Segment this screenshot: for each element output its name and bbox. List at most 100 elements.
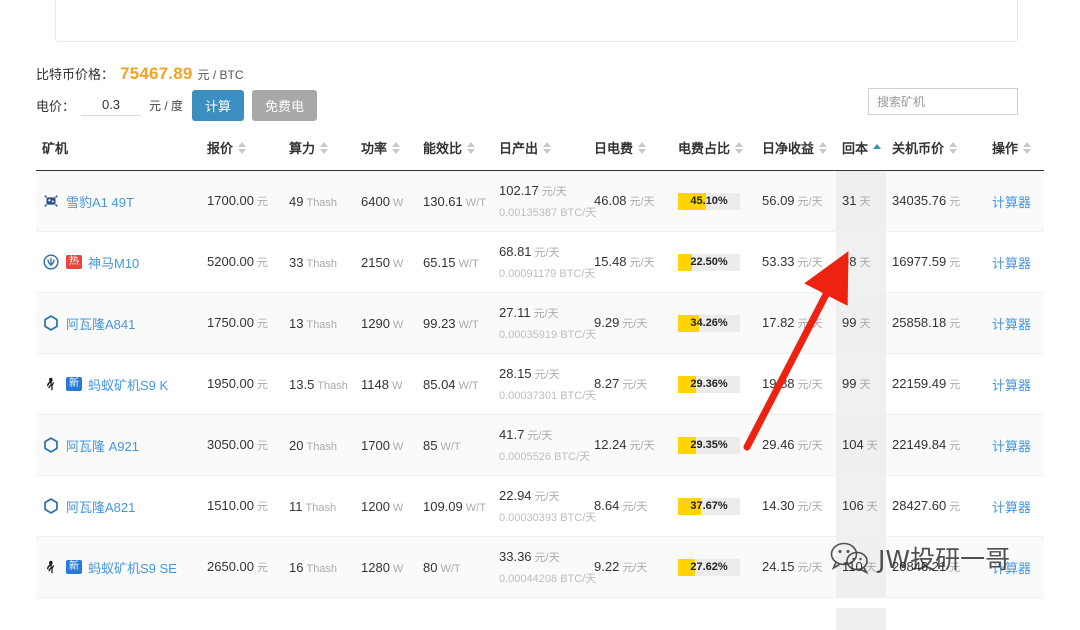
- sort-toggle-icon[interactable]: [238, 141, 247, 154]
- sort-toggle-icon[interactable]: [735, 141, 744, 154]
- calculate-button[interactable]: 计算: [192, 90, 245, 121]
- shutdown-price-value: 28427.60: [892, 498, 947, 513]
- action-cell: 计算器: [986, 475, 1044, 537]
- table-row[interactable]: 阿瓦隆A821 1510.00 元 11 Thash 1200 W 109.09 W/T 22.9…: [36, 475, 1044, 537]
- miner-price-unit: 元: [257, 196, 268, 208]
- miner-name-link[interactable]: 阿瓦隆A821: [66, 497, 135, 516]
- miner-power-value: 1700: [361, 437, 390, 453]
- daily-output-yuan: 41.7: [499, 426, 525, 442]
- miner-hashrate-value: 20: [289, 437, 304, 453]
- sort-toggle-icon[interactable]: [392, 141, 401, 154]
- clip-power: [355, 608, 417, 630]
- miner-name-link[interactable]: 阿瓦隆A841: [66, 314, 135, 333]
- miner-power-unit: W: [392, 257, 404, 270]
- payback-days-unit: 天: [866, 501, 878, 513]
- miner-name-link[interactable]: 蚂蚁矿机S9 K: [88, 375, 168, 394]
- daily-output-yuan: 102.17: [499, 182, 539, 198]
- sort-toggle-icon[interactable]: [467, 141, 476, 154]
- clip-efficiency: [417, 608, 493, 630]
- column-header-1[interactable]: 报价: [201, 130, 283, 171]
- column-header-11[interactable]: 操作: [986, 130, 1044, 171]
- column-header-6[interactable]: 日电费: [588, 130, 672, 171]
- calculator-link[interactable]: 计算器: [992, 500, 1031, 515]
- clip-elec-fee: [588, 608, 672, 630]
- clip-net: [756, 608, 836, 630]
- miner-power-unit: W: [392, 562, 404, 575]
- calculator-link[interactable]: 计算器: [992, 378, 1031, 393]
- table-row[interactable]: 新蚂蚁矿机S9 K 1950.00 元 13.5 Thash 1148 W 85.04 W/T 2…: [36, 353, 1044, 415]
- calculator-link[interactable]: 计算器: [992, 561, 1031, 576]
- shutdown-price-unit: 元: [949, 257, 961, 269]
- avalon-hex-icon: [44, 315, 58, 331]
- column-header-5[interactable]: 日产出: [493, 130, 588, 171]
- electricity-price-input[interactable]: [81, 95, 142, 116]
- column-header-9[interactable]: 回本: [836, 130, 886, 171]
- table-row[interactable]: 热神马M10 5200.00 元 33 Thash 2150 W 65.15 W/T 68.81 元…: [36, 231, 1044, 293]
- daily-net-income: 24.15 元/天: [756, 536, 836, 598]
- miner-hashrate-unit: Thash: [306, 562, 338, 575]
- daily-output-yuan: 22.94: [499, 487, 532, 503]
- table-row[interactable]: 阿瓦隆A841 1750.00 元 13 Thash 1290 W 99.23 W/T 27.11…: [36, 292, 1044, 354]
- miner-cell: 新蚂蚁矿机S9 SE: [36, 536, 201, 598]
- daily-net-income: 56.09 元/天: [756, 170, 836, 232]
- table-row[interactable]: 37.53元/天: [36, 608, 1044, 630]
- calculator-link[interactable]: 计算器: [992, 195, 1031, 210]
- miner-hashrate-value: 11: [289, 498, 303, 514]
- miner-price: 1750.00 元: [201, 292, 283, 354]
- miner-hashrate: 49 Thash: [283, 170, 355, 232]
- payback-days-value: 31: [842, 193, 857, 208]
- miner-power: 1148 W: [355, 353, 417, 415]
- daily-output-yuan-unit: 元/天: [534, 551, 560, 564]
- miner-efficiency: 130.61 W/T: [417, 170, 493, 232]
- elec-ratio-cell: 37.67%: [672, 475, 756, 537]
- sort-toggle-icon[interactable]: [873, 144, 882, 151]
- shutdown-price: 16977.59 元: [886, 231, 986, 293]
- sort-toggle-icon[interactable]: [543, 141, 552, 154]
- miner-power: 2150 W: [355, 231, 417, 293]
- miner-hashrate-unit: Thash: [306, 257, 338, 270]
- daily-output-btc-unit: BTC/天: [559, 267, 596, 280]
- column-header-8[interactable]: 日净收益: [756, 130, 836, 171]
- miner-name-link[interactable]: 阿瓦隆 A921: [66, 436, 139, 455]
- column-header-10[interactable]: 关机币价: [886, 130, 986, 171]
- table-row[interactable]: 新蚂蚁矿机S9 SE 2650.00 元 16 Thash 1280 W 80 W/T 33.36…: [36, 536, 1044, 598]
- miner-name-link[interactable]: 雪豹A1 49T: [66, 192, 134, 211]
- column-header-7[interactable]: 电费占比: [672, 130, 756, 171]
- miner-price: 1950.00 元: [201, 353, 283, 415]
- action-cell: 计算器: [986, 353, 1044, 415]
- daily-output-yuan: 28.15: [499, 365, 532, 381]
- miner-name-link[interactable]: 蚂蚁矿机S9 SE: [88, 558, 177, 577]
- miner-name-link[interactable]: 神马M10: [88, 253, 139, 272]
- action-cell: 计算器: [986, 231, 1044, 293]
- calculator-link[interactable]: 计算器: [992, 317, 1031, 332]
- daily-output-btc: 0.00035919: [499, 328, 558, 341]
- daily-output-yuan-unit: 元/天: [527, 429, 553, 442]
- daily-elec-fee: 15.48 元/天: [588, 231, 672, 293]
- column-header-3[interactable]: 功率: [355, 130, 417, 171]
- miner-hashrate: 13 Thash: [283, 292, 355, 354]
- sort-toggle-icon[interactable]: [819, 141, 828, 154]
- daily-net-income-value: 14.30: [762, 498, 795, 513]
- calculator-link[interactable]: 计算器: [992, 256, 1031, 271]
- miner-price-unit: 元: [257, 440, 268, 452]
- column-header-2[interactable]: 算力: [283, 130, 355, 171]
- table-row[interactable]: 雪豹A1 49T 1700.00 元 49 Thash 6400 W 130.61 W/T 102…: [36, 170, 1044, 232]
- free-electricity-button[interactable]: 免费电: [252, 90, 318, 121]
- daily-net-income-unit: 元/天: [797, 318, 823, 330]
- bitcoin-price-line: 比特币价格： 75467.89 元 / BTC: [36, 64, 244, 84]
- shutdown-price-value: 34035.76: [892, 193, 947, 208]
- sort-toggle-icon[interactable]: [320, 141, 329, 154]
- daily-elec-fee-value: 46.08: [594, 193, 627, 208]
- sort-toggle-icon[interactable]: [949, 141, 958, 154]
- sort-toggle-icon[interactable]: [638, 141, 647, 154]
- calculator-link[interactable]: 计算器: [992, 439, 1031, 454]
- miner-cell: 阿瓦隆A821: [36, 475, 201, 537]
- action-cell: 计算器: [986, 292, 1044, 354]
- column-header-4[interactable]: 能效比: [417, 130, 493, 171]
- table-row[interactable]: 阿瓦隆 A921 3050.00 元 20 Thash 1700 W 85 W/T 41.7 元/天…: [36, 414, 1044, 476]
- payback-days-value: 110: [842, 559, 863, 574]
- daily-elec-fee-value: 9.22: [594, 559, 620, 574]
- search-input[interactable]: [868, 88, 1018, 115]
- sort-toggle-icon[interactable]: [1023, 141, 1032, 154]
- miner-power-value: 1280: [361, 559, 390, 575]
